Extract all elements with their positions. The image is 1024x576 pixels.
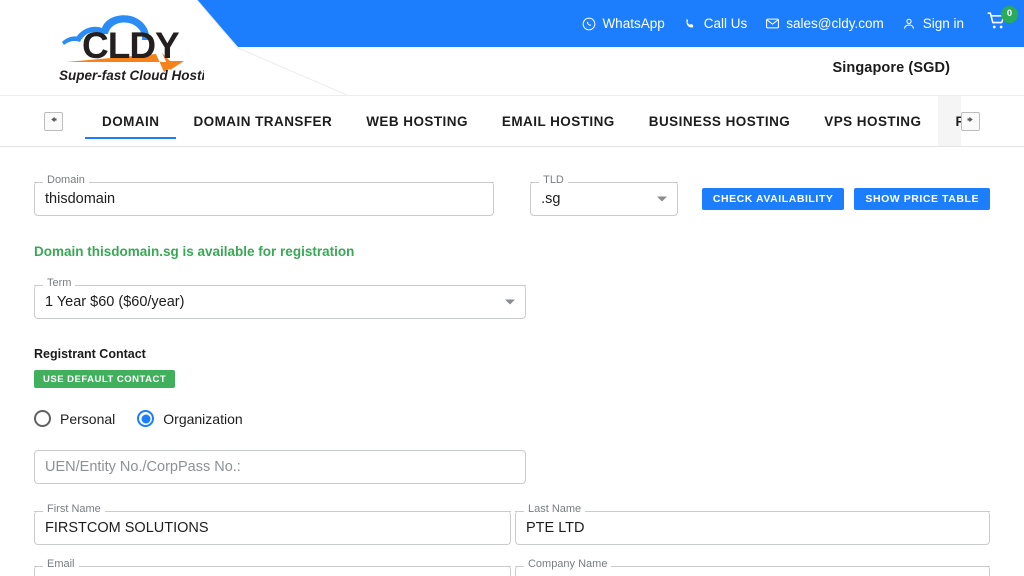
tab-professional-services-label: PROFESSIONAL SERV	[955, 114, 961, 129]
domain-input-label: Domain	[43, 175, 89, 186]
company-name-input[interactable]: Company Name FIRSTCOM SOLUTIONS PTE LTD	[515, 566, 990, 576]
first-name-input-value: FIRSTCOM SOLUTIONS	[45, 511, 209, 545]
tab-vps-hosting-label: VPS HOSTING	[824, 114, 921, 129]
radio-organization[interactable]: Organization	[137, 410, 242, 427]
domain-input[interactable]: Domain thisdomain	[34, 182, 494, 216]
topnav-whatsapp-label: WhatsApp	[602, 16, 664, 31]
term-select-label: Term	[43, 278, 75, 289]
first-name-input-label: First Name	[43, 504, 105, 515]
envelope-icon	[765, 16, 780, 31]
domain-input-value: thisdomain	[45, 182, 115, 216]
uen-input-placeholder: UEN/Entity No./CorpPass No.:	[45, 450, 241, 484]
radio-organization-label: Organization	[163, 411, 242, 427]
tab-web-hosting-label: WEB HOSTING	[366, 114, 468, 129]
domain-search-row: Domain thisdomain TLD .sg CHECK AVAILABI…	[34, 182, 990, 216]
last-name-input-outline	[515, 511, 990, 545]
registrant-contact-heading: Registrant Contact	[34, 347, 990, 361]
currency-selector[interactable]: Singapore (SGD)	[832, 60, 950, 76]
topnav-email[interactable]: sales@cldy.com	[765, 16, 883, 31]
last-name-input[interactable]: Last Name PTE LTD	[515, 511, 990, 545]
tab-business-hosting[interactable]: BUSINESS HOSTING	[632, 96, 807, 146]
site-header: CLDY Super-fast Cloud Hosting WhatsApp C…	[0, 0, 1024, 95]
tab-business-hosting-label: BUSINESS HOSTING	[649, 114, 790, 129]
topnav-sign-in-label: Sign in	[923, 16, 964, 31]
tab-domain[interactable]: DOMAIN	[85, 96, 176, 146]
first-name-input[interactable]: First Name FIRSTCOM SOLUTIONS	[34, 511, 511, 545]
topnav-call-us[interactable]: Call Us	[683, 16, 748, 31]
tld-select[interactable]: TLD .sg	[530, 182, 678, 216]
email-input-label: Email	[43, 559, 79, 570]
last-name-input-value: PTE LTD	[526, 511, 585, 545]
tab-scroll-right-button[interactable]	[961, 112, 980, 131]
tab-web-hosting[interactable]: WEB HOSTING	[349, 96, 485, 146]
topnav-call-us-label: Call Us	[704, 16, 748, 31]
tab-domain-label: DOMAIN	[102, 114, 159, 129]
arrow-right-icon	[966, 115, 975, 127]
uen-input[interactable]: UEN/Entity No./CorpPass No.:	[34, 450, 526, 484]
topnav-whatsapp[interactable]: WhatsApp	[581, 16, 664, 31]
last-name-input-label: Last Name	[524, 504, 585, 515]
cart-button[interactable]: 0	[984, 11, 1010, 37]
chevron-down-icon	[505, 300, 515, 305]
whatsapp-icon	[581, 16, 596, 31]
term-select[interactable]: Term 1 Year $60 ($60/year)	[34, 285, 526, 319]
email-input[interactable]: Email domain.admin@gocloudeasy.com	[34, 566, 511, 576]
tab-scroll-left-button[interactable]	[44, 112, 63, 131]
person-icon	[902, 16, 917, 31]
tab-list: DOMAIN DOMAIN TRANSFER WEB HOSTING EMAIL…	[85, 96, 961, 146]
tab-email-hosting-label: EMAIL HOSTING	[502, 114, 615, 129]
topnav-sign-in[interactable]: Sign in	[902, 16, 964, 31]
tld-select-label: TLD	[539, 175, 568, 186]
cldy-logo[interactable]: CLDY Super-fast Cloud Hosting	[44, 6, 204, 84]
topnav-email-label: sales@cldy.com	[786, 16, 883, 31]
svg-text:Super-fast Cloud Hosting: Super-fast Cloud Hosting	[59, 68, 204, 83]
radio-personal-circle	[34, 410, 51, 427]
use-default-contact-button[interactable]: USE DEFAULT CONTACT	[34, 370, 175, 388]
tab-professional-services[interactable]: PROFESSIONAL SERV	[938, 96, 961, 146]
tld-select-value: .sg	[541, 182, 560, 216]
show-price-table-button[interactable]: SHOW PRICE TABLE	[854, 188, 990, 210]
contact-type-radio-group: Personal Organization	[34, 410, 990, 427]
phone-icon	[683, 16, 698, 31]
top-utility-nav: WhatsApp Call Us sales@cldy.com	[581, 0, 1010, 47]
arrow-left-icon	[49, 115, 58, 127]
main-tab-navigation: DOMAIN DOMAIN TRANSFER WEB HOSTING EMAIL…	[0, 95, 1024, 147]
email-company-row: Email domain.admin@gocloudeasy.com Compa…	[34, 566, 990, 576]
company-name-input-label: Company Name	[524, 559, 611, 570]
availability-message: Domain thisdomain.sg is available for re…	[34, 244, 990, 259]
tab-domain-transfer-label: DOMAIN TRANSFER	[193, 114, 332, 129]
check-availability-button[interactable]: CHECK AVAILABILITY	[702, 188, 845, 210]
chevron-down-icon	[657, 197, 667, 202]
cart-count-badge: 0	[1001, 6, 1018, 23]
domain-registration-form: Domain thisdomain TLD .sg CHECK AVAILABI…	[0, 182, 1024, 576]
radio-personal-label: Personal	[60, 411, 115, 427]
radio-personal[interactable]: Personal	[34, 410, 115, 427]
radio-organization-circle	[137, 410, 154, 427]
name-row: First Name FIRSTCOM SOLUTIONS Last Name …	[34, 511, 990, 545]
tab-vps-hosting[interactable]: VPS HOSTING	[807, 96, 938, 146]
tab-domain-transfer[interactable]: DOMAIN TRANSFER	[176, 96, 349, 146]
tab-email-hosting[interactable]: EMAIL HOSTING	[485, 96, 632, 146]
term-select-value: 1 Year $60 ($60/year)	[45, 285, 184, 319]
svg-text:CLDY: CLDY	[82, 25, 180, 66]
